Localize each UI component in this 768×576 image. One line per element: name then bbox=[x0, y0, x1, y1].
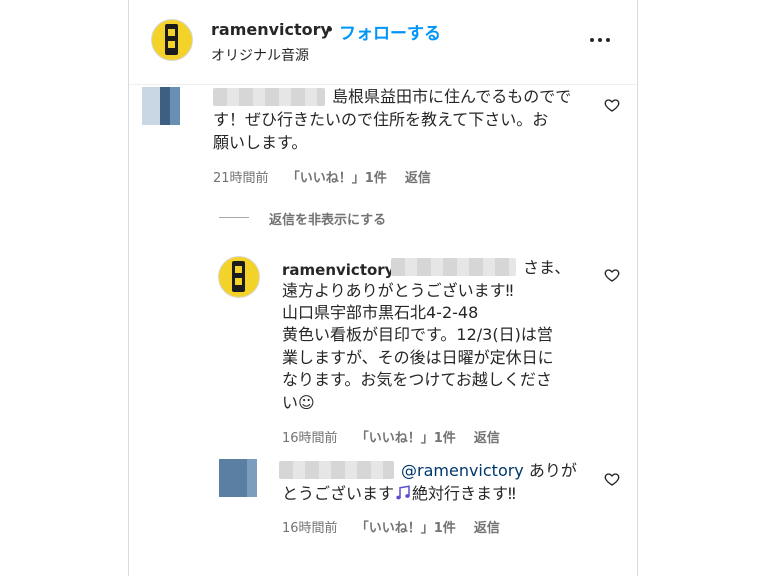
follow-button[interactable]: フォローする bbox=[339, 19, 441, 44]
replier-username-redacted[interactable] bbox=[279, 461, 394, 479]
reply-text-line-5: 業しますが、その後は日曜が定休日に bbox=[282, 348, 554, 367]
reply2-meta: 16時間前 「いいね！」1件 返信 bbox=[282, 517, 500, 536]
commenter-username-redacted[interactable] bbox=[213, 88, 325, 106]
reply-text-line-4: 黄色い看板が目印です。12/3(日)は営 bbox=[282, 325, 553, 344]
hide-replies-line bbox=[219, 217, 249, 218]
reply2-likes[interactable]: 「いいね！」1件 bbox=[356, 521, 456, 536]
reply2-text-part: とうございます bbox=[282, 484, 395, 503]
reply-meta: 16時間前 「いいね！」1件 返信 bbox=[282, 427, 500, 446]
comment-likes[interactable]: 「いいね！」1件 bbox=[287, 171, 387, 186]
comment-text-line-3: 願いします。 bbox=[213, 133, 308, 152]
mentioned-user-redacted[interactable] bbox=[391, 258, 516, 276]
reply-text-line-1: さま、 bbox=[523, 258, 571, 277]
heart-icon[interactable] bbox=[604, 267, 620, 283]
reply2-text-line-1: @ramenvictory ありが bbox=[401, 460, 577, 482]
reply-author-avatar[interactable] bbox=[218, 256, 260, 298]
replier-avatar[interactable] bbox=[219, 459, 257, 497]
reply-button[interactable]: 返信 bbox=[474, 431, 500, 446]
account-avatar[interactable] bbox=[151, 19, 193, 61]
comment-time: 21時間前 bbox=[213, 171, 269, 186]
reply2-text-part: 絶対行きます‼ bbox=[412, 484, 516, 503]
mention-link[interactable]: @ramenvictory bbox=[401, 461, 524, 480]
reply-text-line-2: 遠方よりありがとうございます‼ bbox=[282, 281, 514, 300]
reply-likes[interactable]: 「いいね！」1件 bbox=[356, 431, 456, 446]
comments-panel: ramenvictory • フォローする オリジナル音源 島根県益田市に住んで… bbox=[128, 0, 638, 576]
reply-text-line-7: い☺ bbox=[282, 393, 315, 412]
reply2-time: 16時間前 bbox=[282, 521, 338, 536]
audio-label[interactable]: オリジナル音源 bbox=[211, 45, 309, 65]
commenter-avatar[interactable] bbox=[142, 87, 180, 125]
heart-icon[interactable] bbox=[604, 97, 620, 113]
hide-replies-button[interactable]: 返信を非表示にする bbox=[269, 209, 386, 228]
heart-icon[interactable] bbox=[604, 471, 620, 487]
separator-dot: • bbox=[325, 20, 335, 39]
music-notes-icon bbox=[396, 485, 410, 500]
account-username[interactable]: ramenvictory bbox=[211, 20, 331, 39]
comment-text-line-2: す！ぜひ行きたいので住所を教えて下さい。お bbox=[213, 110, 549, 129]
reply-author-username[interactable]: ramenvictory bbox=[282, 261, 394, 279]
more-options-icon[interactable] bbox=[586, 30, 616, 50]
reply-button[interactable]: 返信 bbox=[474, 521, 500, 536]
post-header: ramenvictory • フォローする オリジナル音源 bbox=[129, 0, 637, 85]
reply2-text-line-2: とうございます 絶対行きます‼ bbox=[282, 483, 516, 505]
comment-text-line-1: 島根県益田市に住んでるものでで bbox=[332, 87, 572, 106]
reply-text-line-6: なります。お気をつけてお越しくださ bbox=[282, 370, 552, 389]
comment-meta: 21時間前 「いいね！」1件 返信 bbox=[213, 167, 431, 186]
reply2-text-part: ありが bbox=[528, 461, 577, 480]
reply-text-line-3: 山口県宇部市黒石北4-2-48 bbox=[282, 303, 479, 322]
reply-time: 16時間前 bbox=[282, 431, 338, 446]
reply-button[interactable]: 返信 bbox=[405, 171, 431, 186]
